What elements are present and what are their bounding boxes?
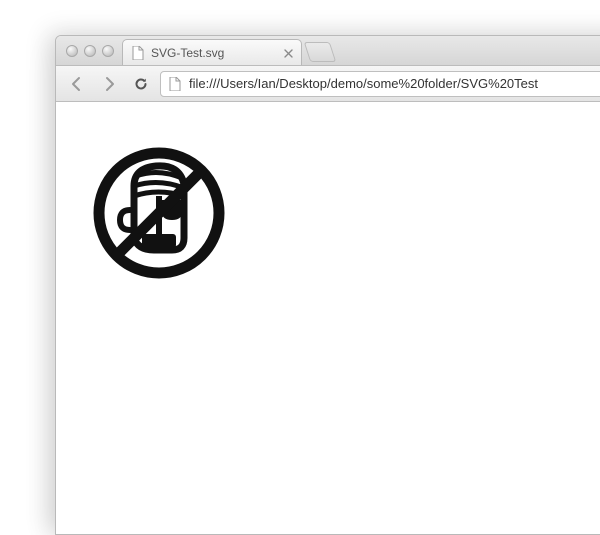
back-button[interactable] xyxy=(64,72,90,96)
tab-strip: SVG-Test.svg xyxy=(56,36,600,66)
browser-window: SVG-Test.svg xyxy=(55,35,600,535)
svg-content xyxy=(84,138,234,288)
zoom-window-button[interactable] xyxy=(102,45,114,57)
forward-button[interactable] xyxy=(96,72,122,96)
no-piracy-icon xyxy=(84,138,234,288)
address-bar-text: file:///Users/Ian/Desktop/demo/some%20fo… xyxy=(189,76,538,91)
tab-title: SVG-Test.svg xyxy=(151,46,224,60)
file-icon xyxy=(167,76,183,92)
close-tab-button[interactable] xyxy=(281,46,295,60)
address-bar[interactable]: file:///Users/Ian/Desktop/demo/some%20fo… xyxy=(160,71,600,97)
new-tab-button[interactable] xyxy=(304,42,336,62)
file-icon xyxy=(131,46,145,60)
close-window-button[interactable] xyxy=(66,45,78,57)
toolbar: file:///Users/Ian/Desktop/demo/some%20fo… xyxy=(56,66,600,102)
page-viewport xyxy=(56,102,600,534)
reload-button[interactable] xyxy=(128,72,154,96)
window-controls xyxy=(62,36,122,65)
browser-tab-active[interactable]: SVG-Test.svg xyxy=(122,39,302,65)
minimize-window-button[interactable] xyxy=(84,45,96,57)
screenshot-stage: SVG-Test.svg xyxy=(0,0,600,500)
